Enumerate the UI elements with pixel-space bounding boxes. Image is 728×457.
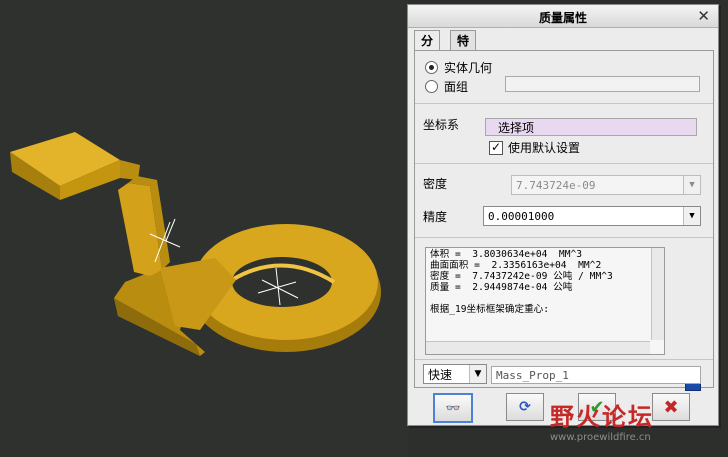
- divider: [415, 359, 713, 360]
- cancel-icon: ✖: [663, 396, 679, 418]
- analysis-name-field[interactable]: Mass_Prop_1: [491, 366, 701, 384]
- precision-field[interactable]: 0.00001000 ▼: [483, 206, 701, 226]
- use-default-checkbox[interactable]: ✓ 使用默认设置: [489, 139, 580, 156]
- chevron-down-icon: ▼: [683, 176, 700, 194]
- precision-value: 0.00001000: [488, 210, 555, 223]
- watermark-title: 野火论坛: [550, 403, 654, 431]
- density-field: 7.743724e-09 ▼: [511, 175, 701, 195]
- preview-button[interactable]: 👓: [433, 393, 473, 423]
- results-horizontal-scrollbar[interactable]: [426, 341, 650, 354]
- watermark-url: www.proewildfire.cn: [550, 432, 651, 443]
- speed-mode-select[interactable]: 快速 ▼: [423, 364, 487, 384]
- radio-selected-icon: [425, 61, 438, 74]
- result-line: 密度 = 7.7437242e-09 公吨 / MM^3: [430, 271, 613, 282]
- radio-label-quilt: 面组: [444, 80, 469, 94]
- chevron-down-icon[interactable]: ▼: [683, 207, 700, 225]
- divider: [415, 103, 713, 104]
- divider: [415, 237, 713, 238]
- quilt-selection-field[interactable]: [505, 76, 700, 92]
- use-default-label: 使用默认设置: [508, 141, 581, 155]
- coordinate-system-select[interactable]: 选择项: [485, 118, 697, 136]
- density-label: 密度: [423, 177, 448, 191]
- speed-mode-value: 快速: [428, 368, 453, 382]
- dialog-title: 质量属性: [538, 11, 587, 25]
- precision-label: 精度: [423, 210, 448, 224]
- coordinate-system-label: 坐标系: [423, 118, 460, 132]
- result-line: 曲面面积 = 2.3356163e+04 MM^2: [430, 260, 602, 271]
- radio-quilt[interactable]: 面组: [425, 78, 468, 95]
- result-line: 质量 = 2.9449874e-04 公吨: [430, 282, 573, 293]
- density-value: 7.743724e-09: [516, 179, 596, 192]
- analysis-panel: 实体几何 面组 坐标系 选择项 ✓ 使用默认设置 密度 7.743724e-09…: [414, 50, 714, 391]
- chevron-down-icon: ▼: [469, 365, 486, 383]
- repeat-button[interactable]: ⟳: [506, 393, 544, 421]
- tab-features[interactable]: 特征: [450, 30, 477, 68]
- radio-solid-geometry[interactable]: 实体几何: [425, 59, 492, 76]
- radio-unselected-icon: [425, 80, 438, 93]
- watermark: 野火论坛 www.proewildfire.cn: [550, 397, 654, 443]
- tab-analysis[interactable]: 分析: [414, 30, 441, 68]
- divider: [415, 163, 713, 164]
- cancel-button[interactable]: ✖: [652, 393, 690, 421]
- dialog-titlebar[interactable]: 质量属性 ✕: [408, 5, 718, 28]
- glasses-icon: 👓: [445, 401, 461, 415]
- radio-label-solid: 实体几何: [444, 61, 493, 75]
- checkmark-icon: ✓: [489, 139, 503, 155]
- results-vertical-scrollbar[interactable]: [651, 248, 664, 340]
- model-viewport[interactable]: [0, 0, 408, 457]
- part-model: [10, 132, 381, 356]
- results-output[interactable]: 体积 = 3.8030634e+04 MM^3 曲面面积 = 2.3356163…: [425, 247, 665, 355]
- refresh-icon: ⟳: [519, 399, 531, 415]
- mass-properties-dialog: 质量属性 ✕ 分析 特征 实体几何 面组 坐标系 选择项 ✓ 使用默认设置 密度…: [407, 4, 719, 426]
- result-line: 体积 = 3.8030634e+04 MM^3: [430, 249, 583, 260]
- close-icon[interactable]: ✕: [697, 7, 710, 25]
- result-line: 根据_19坐标框架确定重心:: [430, 304, 550, 315]
